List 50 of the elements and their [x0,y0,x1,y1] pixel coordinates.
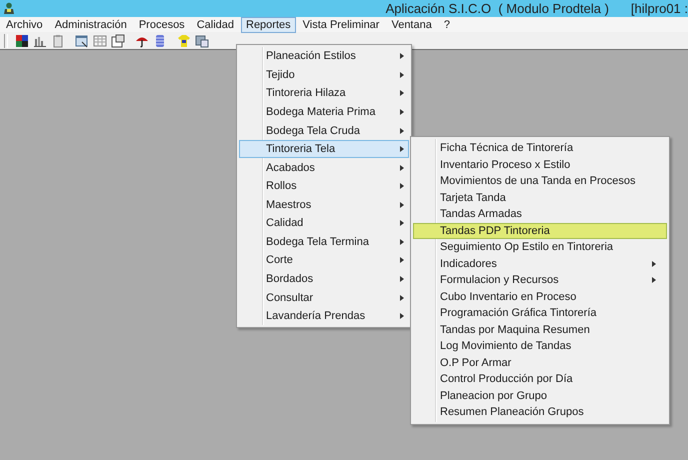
menu-item[interactable]: Bodega Tela Termina [239,232,409,252]
menu-item[interactable]: Tintoreria Hilaza [239,84,409,103]
menu-item[interactable]: Programación Gráfica Tintorería [413,305,667,322]
menu-bar-item[interactable]: Reportes [241,16,296,32]
menu-bar-item[interactable]: Ventana [386,16,437,32]
window-title: Aplicación S.I.C.O ( Modulo Prodtela ) [386,1,609,16]
menu-item[interactable]: Bordados [239,270,409,288]
menu-item[interactable]: Formulacion y Recursos [413,272,667,288]
menu-item[interactable]: Acabados [239,158,409,177]
window-icon[interactable] [111,34,125,48]
grid-icon[interactable] [15,34,29,48]
menu-item[interactable]: Bodega Tela Cruda [239,121,409,140]
menu-bar-item[interactable]: Calidad [192,16,239,32]
menu-item[interactable]: Rollos [239,176,409,196]
menu-item[interactable]: Inventario Proceso x Estilo [413,156,667,173]
window-icon[interactable] [195,34,209,48]
menu-item[interactable]: Consultar [239,288,409,307]
menu-bar-item[interactable]: Administración [50,16,132,32]
menu-item[interactable]: Seguimiento Op Estilo en Tintoreria [413,239,667,256]
menu-item[interactable]: Lavandería Prendas [239,306,409,326]
menu-item[interactable]: Tandas PDP Tintoreria [413,222,667,239]
app-icon [3,2,15,15]
menu-item[interactable]: Log Movimiento de Tandas [413,338,667,354]
menu-item[interactable]: Ficha Técnica de Tintorería [413,140,667,156]
window-title-suffix: [hilpro01 : [630,1,688,16]
menu-item[interactable]: Tandas por Maquina Resumen [413,322,667,338]
menu-item[interactable]: Cubo Inventario en Proceso [413,288,667,305]
menu-item[interactable]: Tintoreria Tela [239,140,409,158]
menu-item[interactable]: Control Producción por Día [413,371,667,388]
menu-item[interactable]: Tarjeta Tanda [413,190,667,206]
clipboard-icon[interactable] [51,34,65,48]
menu-item[interactable]: Tandas Armadas [413,206,667,222]
menu-bar-item[interactable]: Procesos [134,16,190,32]
menu-item[interactable]: Maestros [239,196,409,214]
menu-item[interactable]: Planeación Estilos [239,47,409,66]
shirt-icon[interactable] [177,34,191,48]
menu-item[interactable]: Planeacion por Grupo [413,388,667,404]
menu-item[interactable]: Tejido [239,66,409,84]
menu-item[interactable]: Resumen Planeación Grupos [413,404,667,420]
menu-item[interactable]: O.P Por Armar [413,354,667,371]
menu-item[interactable]: Bodega Materia Prima [239,102,409,122]
menu-item[interactable]: Indicadores [413,256,667,272]
menu-item[interactable]: Calidad [239,214,409,233]
menu-item[interactable]: Corte [239,251,409,270]
menu-bar-item[interactable]: Vista Preliminar [298,16,384,32]
menu-bar-item[interactable]: ? [438,16,455,32]
menu-bar-item[interactable]: Archivo [1,16,48,32]
table-icon[interactable] [93,34,107,48]
menu-item[interactable]: Movimientos de una Tanda en Procesos [413,173,667,190]
window-icon[interactable] [75,34,89,48]
